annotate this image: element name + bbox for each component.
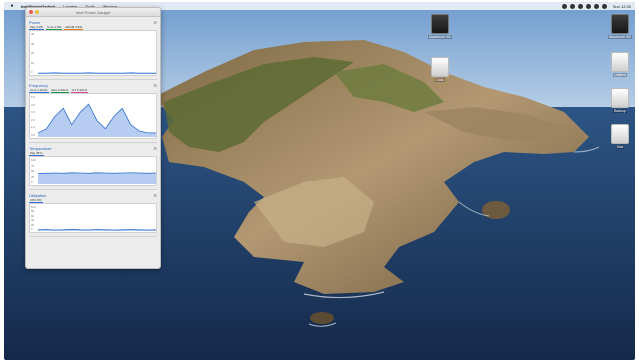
search-icon[interactable] xyxy=(577,3,583,9)
y-tick-label: 40 xyxy=(31,32,35,36)
y-tick-label: 100 xyxy=(31,205,36,209)
y-tick-label: 20 xyxy=(31,222,35,227)
desktop-icon-3[interactable]: Macintosh HD xyxy=(605,14,635,39)
desktop-icon-2[interactable]: Data xyxy=(425,57,455,82)
y-tick-label: 0 xyxy=(31,70,33,74)
panel-divider xyxy=(29,79,157,80)
chart-plot xyxy=(38,228,156,231)
gear-icon[interactable]: ⚙ xyxy=(153,20,157,25)
y-tick-label: 3.0 xyxy=(31,110,35,115)
y-tick-label: 30 xyxy=(31,41,35,46)
control-center-icon[interactable] xyxy=(585,3,591,9)
desktop-icon-4[interactable]: Untitled xyxy=(605,52,635,77)
panel-power: Power ⚙ Pkg 3.2W Core 1.0W DRAM 0.5W 40 30 20 10… xyxy=(29,19,157,80)
y-tick-label: 25 xyxy=(31,174,35,179)
power-gadget-window: Intel Power Gadget Power ⚙ Pkg 3.2W Core 1.… xyxy=(25,7,161,269)
y-axis-ticks: 40 30 20 10 0 xyxy=(31,32,34,74)
series-area xyxy=(38,172,156,184)
panel-temperature: Temperature ⚙ Pkg 45°C 100 75 50 25 0 xyxy=(29,145,157,190)
gear-icon[interactable]: ⚙ xyxy=(153,83,157,88)
y-tick-label: 5.0 xyxy=(31,95,35,99)
menu-clock[interactable]: Sun 12:30 xyxy=(613,4,631,9)
panel-title: Frequency xyxy=(29,82,48,88)
siri-icon[interactable] xyxy=(601,3,607,9)
desktop-icon-label: Macintosh HD xyxy=(428,35,452,39)
window-titlebar[interactable]: Intel Power Gadget xyxy=(26,8,160,17)
desktop-screen: ● IntelPowerGadget Logging Tools Window … xyxy=(4,2,635,360)
desktop-icon-5[interactable]: Backup xyxy=(605,88,635,113)
desktop-icon-label: Disk xyxy=(615,145,625,149)
y-tick-label: 2.0 xyxy=(31,117,35,122)
y-tick-label: 100 xyxy=(31,158,36,162)
white-drive-icon xyxy=(611,124,629,144)
apple-icon[interactable]: ● xyxy=(9,3,15,9)
window-title: Intel Power Gadget xyxy=(75,9,111,15)
gear-icon[interactable]: ⚙ xyxy=(153,193,157,198)
desktop-icon-label: Data xyxy=(435,78,445,82)
y-axis-ticks: 100 75 50 25 0 xyxy=(31,158,36,184)
white-drive-icon xyxy=(611,88,629,108)
wifi-icon[interactable] xyxy=(569,3,575,9)
status-area: Sun 12:30 xyxy=(561,3,631,9)
chart-plot xyxy=(38,172,156,184)
y-tick-label: 80 xyxy=(31,209,35,214)
y-tick-label: 4.0 xyxy=(31,102,35,107)
y-tick-label: 20 xyxy=(31,51,35,55)
y-tick-label: 1.0 xyxy=(31,125,35,130)
panel-title: Temperature xyxy=(29,145,52,151)
white-drive-icon xyxy=(431,57,449,77)
panel-divider xyxy=(29,189,157,190)
dark-drive-icon xyxy=(611,14,629,34)
panels-container: Power ⚙ Pkg 3.2W Core 1.0W DRAM 0.5W 40 30 20 10… xyxy=(26,19,160,237)
series-line xyxy=(38,228,156,231)
y-tick-label: 50 xyxy=(31,169,35,173)
y-tick-label: 0 xyxy=(31,180,33,184)
battery-icon[interactable] xyxy=(561,3,567,9)
user-icon[interactable] xyxy=(593,3,599,9)
chart-plot xyxy=(38,72,156,74)
panel-title: Power xyxy=(29,19,41,25)
panel-divider xyxy=(29,236,157,237)
desktop-icon-label: Backup xyxy=(613,109,627,113)
panel-chart: 40 30 20 10 0 xyxy=(29,30,157,76)
y-tick-label: 40 xyxy=(31,218,35,223)
y-tick-label: 75 xyxy=(31,163,35,168)
y-tick-label: 0 xyxy=(31,226,33,231)
desktop-icon-1[interactable]: Macintosh HD xyxy=(425,14,455,39)
y-tick-label: 10 xyxy=(31,60,35,65)
desktop-icon-6[interactable]: Disk xyxy=(605,124,635,149)
y-axis-ticks: 5.0 4.0 3.0 2.0 1.0 0.0 xyxy=(31,95,35,137)
panel-chart: 100 75 50 25 0 xyxy=(29,156,157,186)
dark-drive-icon xyxy=(431,14,449,34)
y-tick-label: 0.0 xyxy=(31,132,35,137)
panel-title: Utilization xyxy=(29,192,47,198)
y-tick-label: 60 xyxy=(31,213,35,218)
white-drive-icon xyxy=(611,52,629,72)
panel-chart: 5.0 4.0 3.0 2.0 1.0 0.0 xyxy=(29,93,157,139)
chart-plot xyxy=(38,103,156,137)
desktop-icon-label: Untitled xyxy=(613,73,627,77)
panel-frequency: Frequency ⚙ Core 1.2GHz Req 3.2GHz GT 0.3GHz… xyxy=(29,82,157,143)
panel-chart: 100 80 60 40 20 0 xyxy=(29,203,157,233)
panel-utilization: Utilization ⚙ CPU 5% 100 80 60 40 20 0 xyxy=(29,192,157,237)
gear-icon[interactable]: ⚙ xyxy=(153,146,157,151)
desktop-icon-label: Macintosh HD xyxy=(608,35,632,39)
y-axis-ticks: 100 80 60 40 20 0 xyxy=(31,205,36,231)
panel-divider xyxy=(29,142,157,143)
